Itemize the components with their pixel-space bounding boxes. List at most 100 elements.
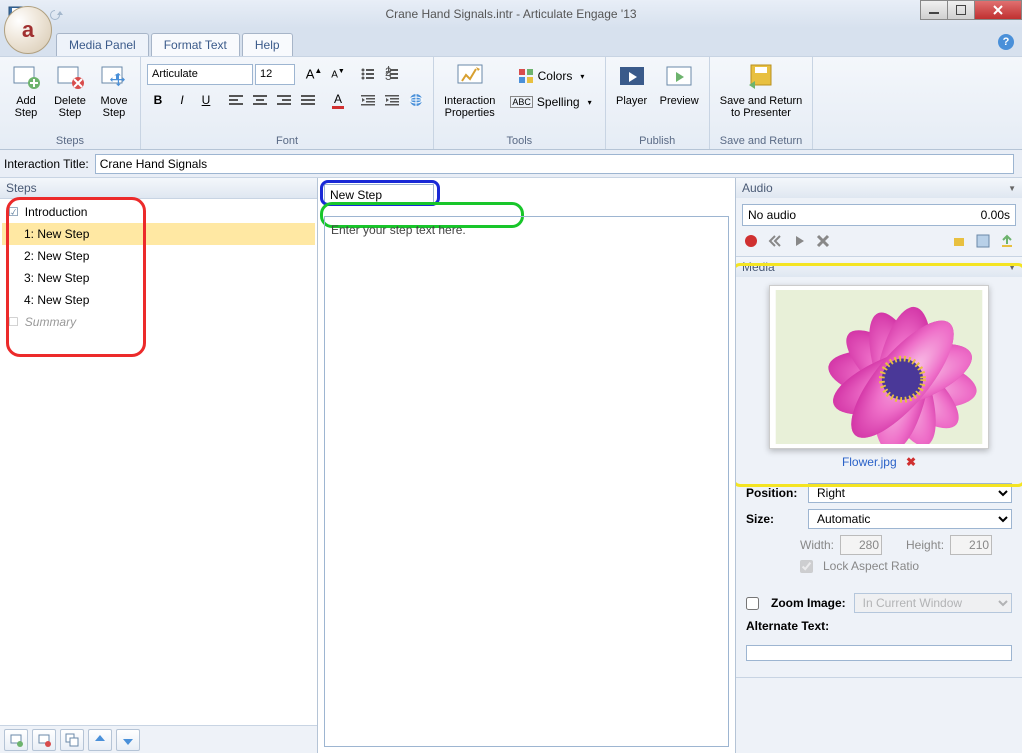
move-step-label: Move Step (101, 95, 128, 119)
audio-section: Audio▼ No audio 0.00s (736, 178, 1022, 257)
media-thumbnail[interactable] (769, 285, 989, 449)
font-family-select[interactable]: Articulate (147, 64, 253, 85)
redo-icon[interactable] (50, 7, 64, 21)
alt-text-input[interactable] (746, 645, 1012, 661)
numbering-button[interactable]: 123 (381, 63, 403, 85)
step-title-input[interactable] (324, 184, 434, 206)
spelling-label: Spelling (537, 95, 580, 109)
interaction-title-bar: Interaction Title: (0, 150, 1022, 178)
tab-format-text[interactable]: Format Text (151, 33, 240, 56)
height-label: Height: (906, 538, 944, 552)
tab-help[interactable]: Help (242, 33, 293, 56)
increase-indent-button[interactable] (381, 89, 403, 111)
zoom-select: In Current Window (854, 593, 1012, 613)
audio-duration: 0.00s (981, 208, 1010, 222)
grow-font-button[interactable]: A▲ (303, 63, 325, 85)
align-right-button[interactable] (273, 89, 295, 111)
move-down-button[interactable] (116, 729, 140, 751)
remove-media-button[interactable]: ✖ (906, 455, 916, 469)
steps-item-label: 4: New Step (24, 293, 89, 307)
hyperlink-button[interactable] (405, 89, 427, 111)
minimize-button[interactable] (920, 0, 948, 20)
ribbon-group-tools-label: Tools (440, 133, 599, 149)
audio-status-text: No audio (748, 208, 796, 222)
audio-status: No audio 0.00s (742, 204, 1016, 226)
move-step-button[interactable]: Move Step (94, 59, 134, 121)
duplicate-step-button[interactable] (60, 729, 84, 751)
steps-item-2[interactable]: 2: New Step (2, 245, 315, 267)
close-button[interactable] (974, 0, 1022, 20)
spelling-button[interactable]: ABC Spelling▾ (503, 91, 598, 113)
ribbon-group-publish: Player Preview Publish (606, 57, 710, 149)
ribbon-group-publish-label: Publish (612, 133, 703, 149)
steps-list: Introduction 1: New Step 2: New Step 3: … (0, 199, 317, 725)
play-button[interactable] (790, 232, 808, 250)
lock-aspect-checkbox (800, 560, 813, 573)
media-section-header[interactable]: Media▼ (736, 257, 1022, 277)
delete-step-button[interactable]: Delete Step (50, 59, 90, 121)
steps-item-label: 3: New Step (24, 271, 89, 285)
lock-aspect-label: Lock Aspect Ratio (823, 559, 919, 573)
interaction-title-input[interactable] (95, 154, 1014, 174)
steps-item-3[interactable]: 3: New Step (2, 267, 315, 289)
position-label: Position: (746, 486, 800, 500)
media-filename-link[interactable]: Flower.jpg (842, 455, 897, 469)
italic-button[interactable]: I (171, 89, 193, 111)
delete-step-toolbar-button[interactable] (32, 729, 56, 751)
import-audio-button[interactable] (950, 232, 968, 250)
add-step-button[interactable]: Add Step (6, 59, 46, 121)
steps-item-4[interactable]: 4: New Step (2, 289, 315, 311)
audio-editor-button[interactable] (974, 232, 992, 250)
ribbon-group-tools: Interaction Properties Colors▾ ABC Spell… (434, 57, 606, 149)
font-color-button[interactable]: A (327, 89, 349, 111)
zoom-image-checkbox[interactable] (746, 597, 759, 610)
ribbon: Add Step Delete Step Move Step Steps Art… (0, 56, 1022, 150)
maximize-button[interactable] (947, 0, 975, 20)
shrink-font-button[interactable]: A▼ (327, 63, 349, 85)
steps-item-summary[interactable]: Summary (2, 311, 315, 333)
steps-item-1[interactable]: 1: New Step (2, 223, 315, 245)
position-select[interactable]: Right (808, 483, 1012, 503)
properties-panel: Audio▼ No audio 0.00s (736, 178, 1022, 753)
audio-section-header[interactable]: Audio▼ (736, 178, 1022, 198)
bullets-button[interactable] (357, 63, 379, 85)
save-return-button[interactable]: Save and Return to Presenter (716, 59, 807, 121)
help-icon[interactable]: ? (998, 34, 1014, 50)
font-size-select[interactable]: 12 (255, 64, 295, 85)
align-justify-button[interactable] (297, 89, 319, 111)
audio-controls (742, 232, 1016, 250)
align-left-button[interactable] (225, 89, 247, 111)
underline-button[interactable]: U (195, 89, 217, 111)
app-menu-button[interactable]: a (4, 6, 52, 54)
interaction-properties-button[interactable]: Interaction Properties (440, 59, 499, 121)
size-label: Size: (746, 512, 800, 526)
move-step-icon (98, 61, 130, 93)
move-up-button[interactable] (88, 729, 112, 751)
preview-button[interactable]: Preview (656, 59, 703, 109)
ribbon-group-steps: Add Step Delete Step Move Step Steps (0, 57, 141, 149)
media-section: Media▼ (736, 257, 1022, 678)
rewind-button[interactable] (766, 232, 784, 250)
align-center-button[interactable] (249, 89, 271, 111)
record-button[interactable] (742, 232, 760, 250)
step-body-textarea[interactable]: Enter your step text here. (324, 216, 729, 747)
export-audio-button[interactable] (998, 232, 1016, 250)
decrease-indent-button[interactable] (357, 89, 379, 111)
position-row: Position: Right (746, 483, 1012, 503)
player-label: Player (616, 95, 647, 107)
properties-icon (454, 61, 486, 93)
player-icon (616, 61, 648, 93)
size-select[interactable]: Automatic (808, 509, 1012, 529)
svg-text:3: 3 (385, 69, 392, 82)
player-button[interactable]: Player (612, 59, 652, 109)
lock-aspect-row: Lock Aspect Ratio (800, 559, 1012, 573)
steps-item-introduction[interactable]: Introduction (2, 201, 315, 223)
tab-media-panel[interactable]: Media Panel (56, 33, 149, 56)
bold-button[interactable]: B (147, 89, 169, 111)
ribbon-tabs: a Media Panel Format Text Help ? (0, 28, 1022, 56)
chevron-down-icon: ▼ (1008, 184, 1016, 193)
save-return-icon (745, 61, 777, 93)
new-step-button[interactable] (4, 729, 28, 751)
remove-audio-button[interactable] (814, 232, 832, 250)
colors-button[interactable]: Colors▾ (503, 65, 598, 87)
